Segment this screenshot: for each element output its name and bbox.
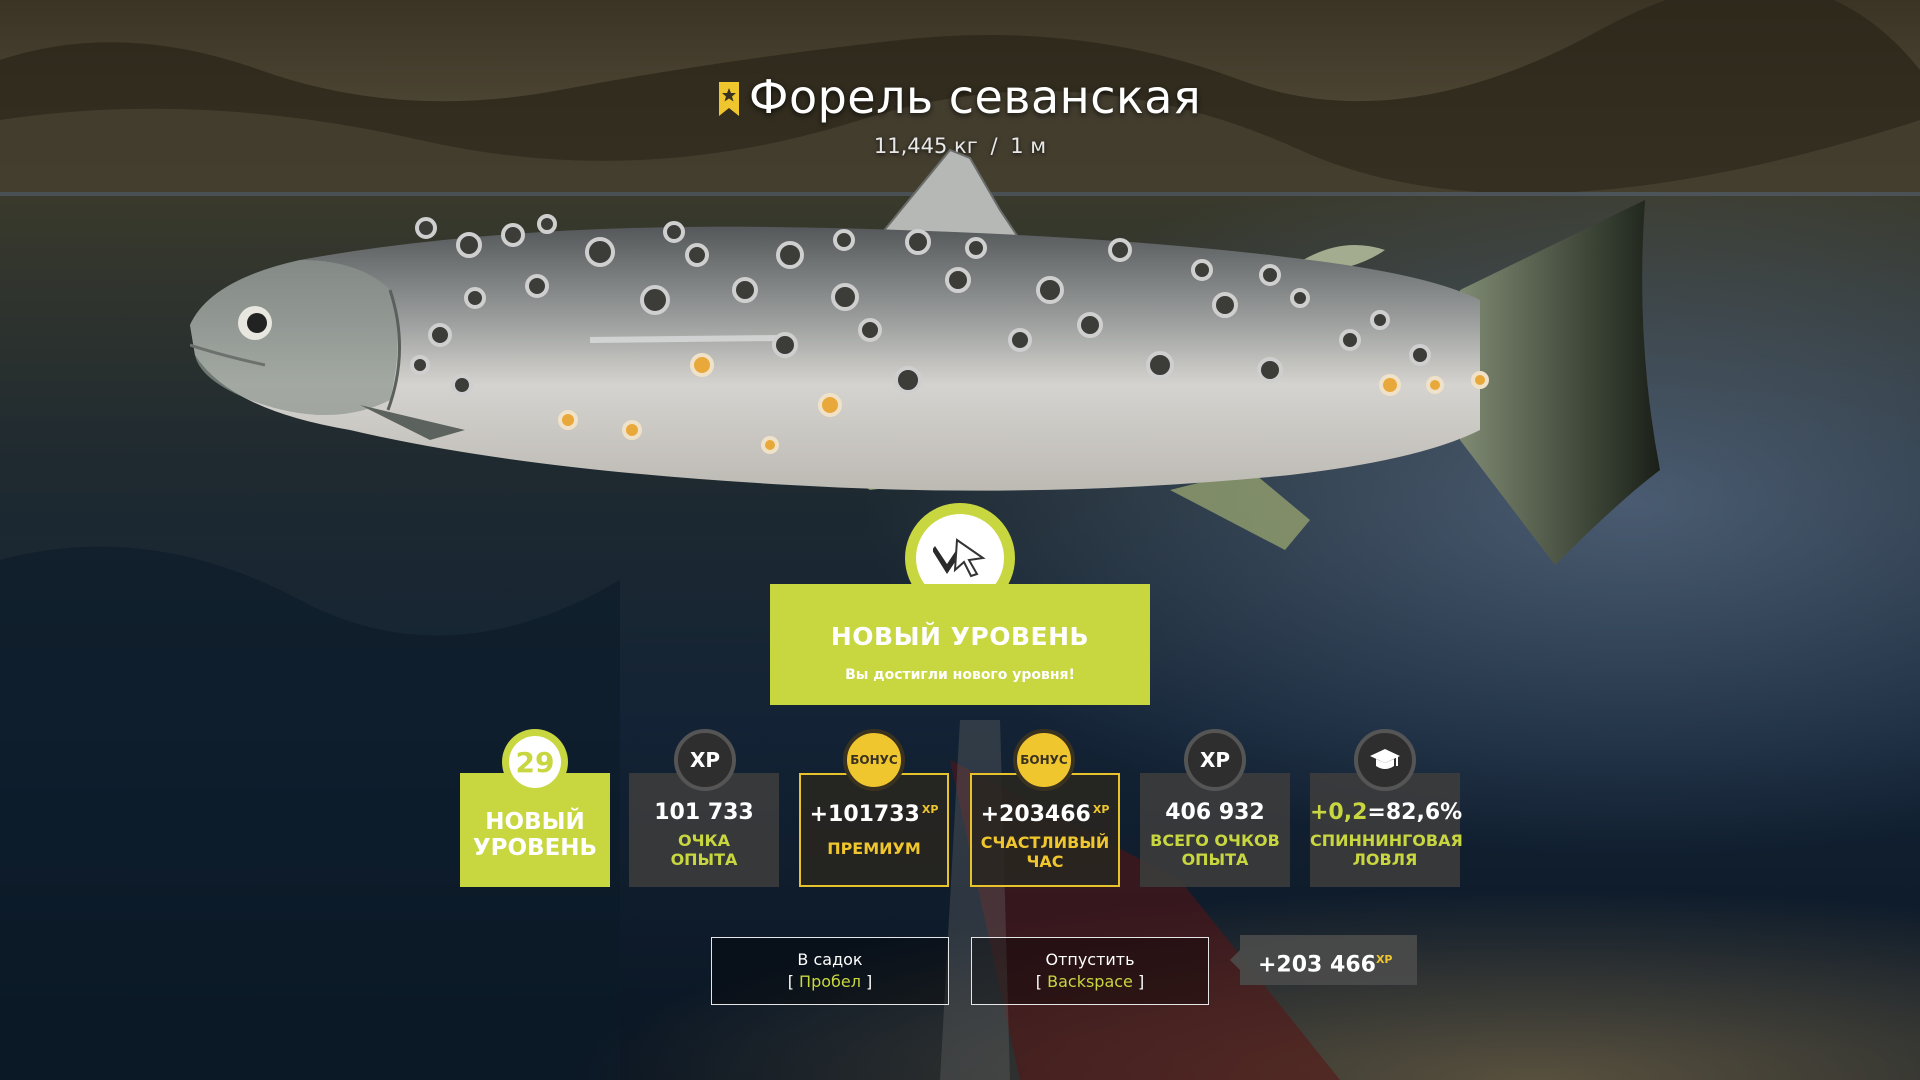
release-fish-key: Backspace bbox=[1047, 972, 1133, 991]
card-skill-value: 82,6% bbox=[1385, 800, 1463, 825]
keep-fish-label: В садок bbox=[797, 950, 863, 969]
fish-name: Форель севанская bbox=[748, 70, 1202, 124]
keep-fish-button[interactable]: В садок [ Пробел ] bbox=[711, 937, 949, 1005]
card-premium-label: ПРЕМИУМ bbox=[827, 839, 921, 858]
card-xp-label2: ОПЫТА bbox=[670, 850, 738, 869]
card-skill-gain: +0,2 bbox=[1310, 800, 1368, 825]
card-xp-label1: ОЧКА bbox=[678, 831, 730, 850]
graduation-cap-icon bbox=[1354, 729, 1416, 791]
xp-total-value: +203 466 bbox=[1258, 952, 1376, 978]
level-up-subtitle: Вы достигли нового уровня! bbox=[845, 667, 1075, 683]
card-premium-value: +101733 bbox=[809, 802, 920, 827]
release-fish-label: Отпустить bbox=[1045, 950, 1135, 969]
xp-badge-total-icon: XP bbox=[1184, 729, 1246, 791]
fish-title-row: Форель севанская bbox=[0, 70, 1920, 124]
release-fish-button[interactable]: Отпустить [ Backspace ] bbox=[971, 937, 1209, 1005]
level-up-banner: НОВЫЙ УРОВЕНЬ Вы достигли нового уровня! bbox=[770, 584, 1150, 705]
bonus-badge-premium: БОНУС bbox=[843, 729, 905, 791]
level-up-title: НОВЫЙ УРОВЕНЬ bbox=[830, 622, 1090, 651]
xp-total-unit: XP bbox=[1375, 953, 1393, 966]
card-happy-hour-value: +203466 bbox=[980, 802, 1091, 827]
card-skill-equals: = bbox=[1367, 800, 1386, 825]
bookmark-star-icon bbox=[718, 82, 739, 116]
card-total-xp-label2: ОПЫТА bbox=[1181, 850, 1249, 869]
card-xp-value: 101 733 bbox=[654, 800, 754, 825]
xp-badge-icon: XP bbox=[674, 729, 736, 791]
xp-total-badge: +203 466XP bbox=[1230, 935, 1417, 985]
card-total-xp-value: 406 932 bbox=[1165, 800, 1265, 825]
level-arrow-icon bbox=[933, 538, 986, 578]
card-premium-unit: XP bbox=[921, 802, 939, 816]
fish-title: Форель севанская bbox=[718, 70, 1202, 124]
level-badge: 29 bbox=[502, 729, 568, 795]
level-number: 29 bbox=[509, 736, 561, 788]
bonus-badge-happy-hour: БОНУС bbox=[1013, 729, 1075, 791]
card-skill-label1: СПИННИНГОВАЯ bbox=[1310, 831, 1463, 850]
card-new-level-line2: УРОВЕНЬ bbox=[472, 835, 598, 861]
card-new-level-line1: НОВЫЙ bbox=[485, 809, 585, 835]
card-happy-hour-unit: XP bbox=[1092, 802, 1110, 816]
card-happy-hour-label1: СЧАСТЛИВЫЙ bbox=[980, 833, 1110, 852]
card-skill-label2: ЛОВЛЯ bbox=[1352, 850, 1418, 869]
keep-fish-key: Пробел bbox=[799, 972, 861, 991]
card-total-xp-label1: ВСЕГО ОЧКОВ bbox=[1150, 831, 1280, 850]
card-happy-hour-label2: ЧАС bbox=[1026, 852, 1064, 871]
